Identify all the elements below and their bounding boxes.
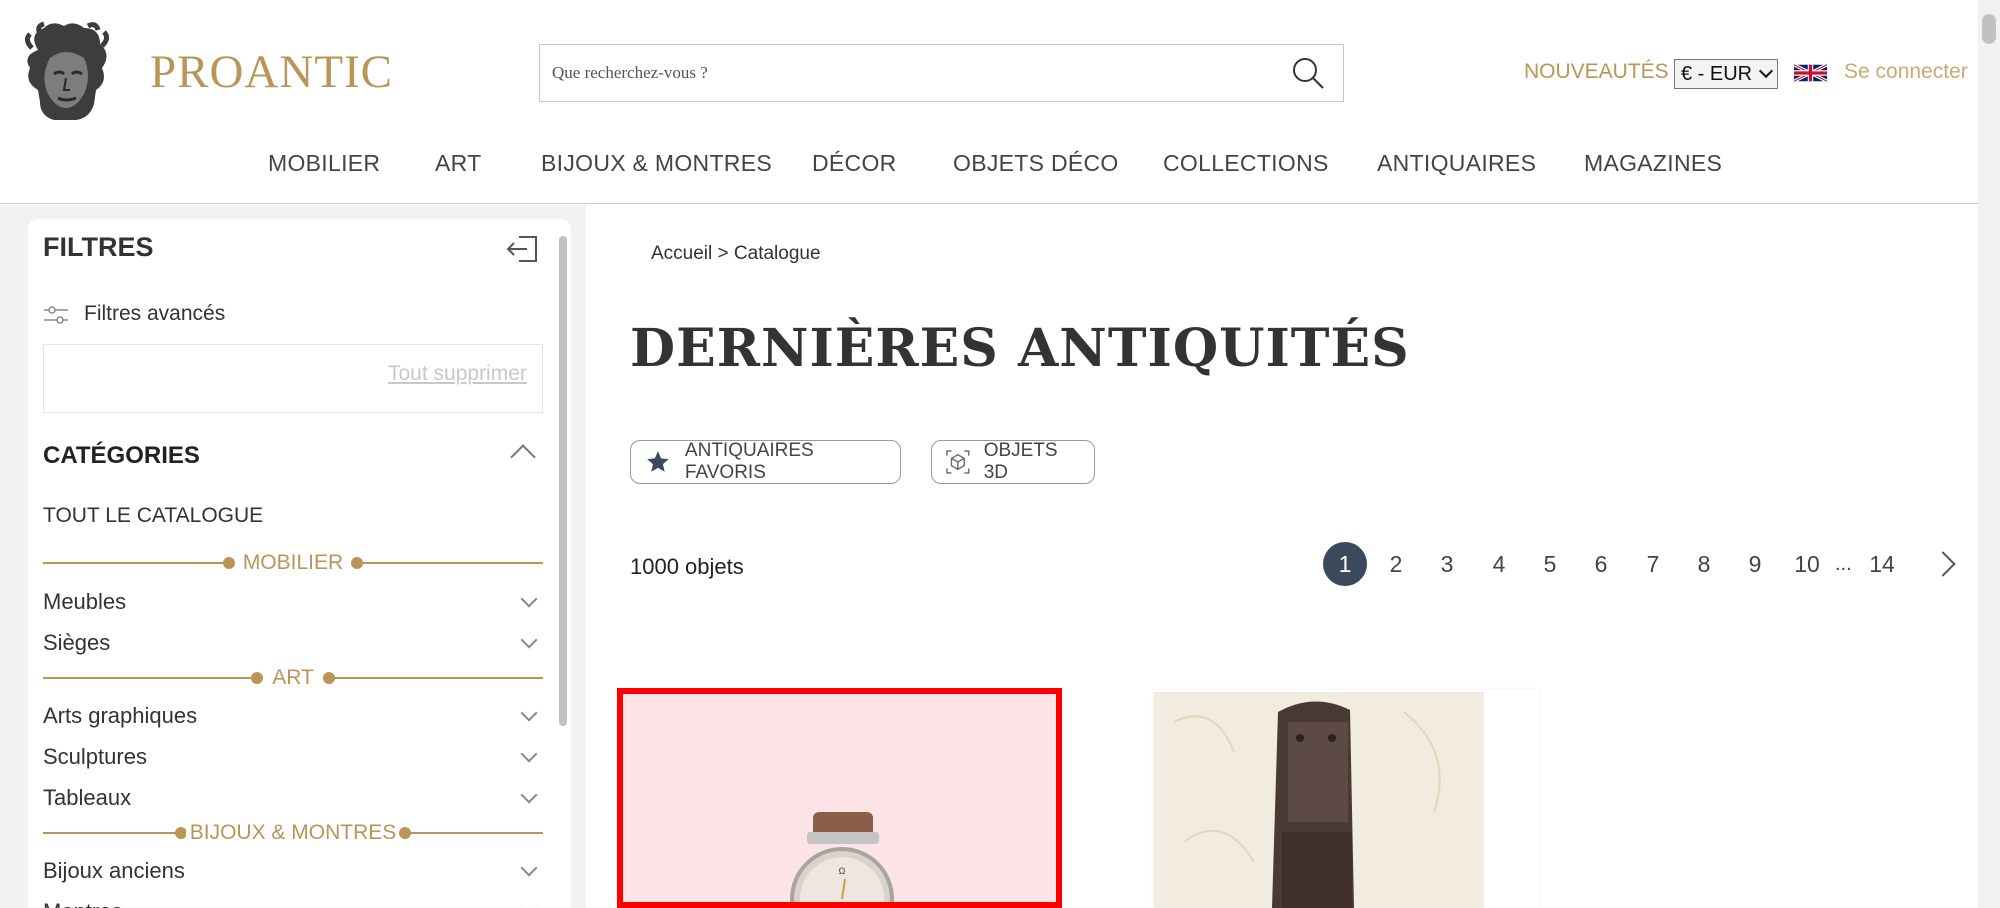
- site-header: PROANTIC NOUVEAUTÉS € - EUR Se connecter…: [0, 0, 1978, 204]
- svg-text:Ω: Ω: [839, 866, 846, 876]
- breadcrumb[interactable]: Accueil > Catalogue: [651, 243, 821, 265]
- page-4-button[interactable]: 4: [1477, 542, 1521, 586]
- nav-item-collections[interactable]: COLLECTIONS: [1163, 150, 1329, 177]
- page-scrollbar[interactable]: [1978, 0, 2000, 908]
- nav-item-objets-deco[interactable]: OBJETS DÉCO: [953, 150, 1119, 177]
- new-arrivals-link[interactable]: NOUVEAUTÉS: [1524, 60, 1669, 84]
- categories-title: CATÉGORIES: [43, 442, 200, 469]
- category-divider-art: ART: [43, 666, 543, 690]
- category-item-meubles[interactable]: Meubles: [43, 589, 543, 615]
- category-item-sculptures[interactable]: Sculptures: [43, 744, 543, 770]
- chevron-down-icon: [520, 786, 538, 804]
- nav-item-magazines[interactable]: MAGAZINES: [1584, 150, 1722, 177]
- page-9-button[interactable]: 9: [1733, 542, 1777, 586]
- nav-item-art[interactable]: ART: [435, 150, 482, 177]
- page-last-button[interactable]: 14: [1860, 542, 1904, 586]
- page-3-button[interactable]: 3: [1425, 542, 1469, 586]
- uk-flag-icon[interactable]: [1794, 61, 1827, 85]
- category-divider-mobilier: MOBILIER: [43, 551, 543, 575]
- page-2-button[interactable]: 2: [1374, 542, 1418, 586]
- section-label-mobilier: MOBILIER: [238, 551, 348, 574]
- page-10-button[interactable]: 10: [1785, 542, 1829, 586]
- page-title: DERNIÈRES ANTIQUITÉS: [630, 318, 1410, 379]
- product-image[interactable]: [1154, 692, 1484, 908]
- leather-strap-image: [1154, 692, 1484, 908]
- favorite-dealers-chip[interactable]: ANTIQUAIRES FAVORIS: [630, 440, 901, 484]
- nav-item-mobilier[interactable]: MOBILIER: [268, 150, 380, 177]
- category-item-montres[interactable]: Montres: [43, 899, 543, 908]
- currency-select[interactable]: € - EUR: [1674, 59, 1778, 89]
- cube-3d-icon: [946, 450, 970, 474]
- nav-item-bijoux-montres[interactable]: BIJOUX & MONTRES: [541, 150, 772, 177]
- collapse-panel-icon[interactable]: [505, 234, 539, 264]
- chevron-down-icon: [1758, 63, 1774, 79]
- section-label-art: ART: [268, 666, 318, 689]
- chevron-down-icon: [520, 900, 538, 908]
- search-box: [539, 44, 1344, 102]
- category-item-tableaux[interactable]: Tableaux: [43, 785, 543, 811]
- bust-logo-icon: [24, 21, 110, 120]
- chevron-down-icon: [520, 704, 538, 722]
- advanced-filters-link[interactable]: Filtres avancés: [84, 302, 225, 326]
- 3d-objects-chip[interactable]: OBJETS 3D: [931, 440, 1095, 484]
- page-scrollbar-thumb[interactable]: [1982, 14, 1996, 44]
- page-7-button[interactable]: 7: [1631, 542, 1675, 586]
- section-label-bijoux-montres: BIJOUX & MONTRES: [185, 821, 401, 844]
- sliders-icon: [44, 306, 68, 324]
- category-item-bijoux-anciens[interactable]: Bijoux anciens: [43, 858, 543, 884]
- product-card[interactable]: Ω: [617, 688, 1062, 908]
- page-1-button[interactable]: 1: [1323, 542, 1367, 586]
- all-catalog-link[interactable]: TOUT LE CATALOGUE: [43, 504, 263, 528]
- category-item-sieges[interactable]: Sièges: [43, 630, 543, 656]
- chevron-right-icon[interactable]: [1930, 551, 1956, 577]
- sidebar-scrollbar[interactable]: [559, 236, 567, 726]
- page-6-button[interactable]: 6: [1579, 542, 1623, 586]
- logo[interactable]: PROANTIC: [18, 20, 393, 124]
- page-8-button[interactable]: 8: [1682, 542, 1726, 586]
- results-count: 1000 objets: [630, 554, 744, 579]
- pagination-ellipsis: ...: [1835, 553, 1852, 575]
- nav-item-decor[interactable]: DÉCOR: [812, 150, 897, 177]
- favorite-dealers-label: ANTIQUAIRES FAVORIS: [684, 440, 814, 483]
- chevron-down-icon: [520, 859, 538, 877]
- filters-title: FILTRES: [43, 232, 154, 262]
- category-divider-bijoux-montres: BIJOUX & MONTRES: [43, 821, 543, 845]
- chevron-down-icon: [520, 631, 538, 649]
- category-item-arts-graphiques[interactable]: Arts graphiques: [43, 703, 543, 729]
- clear-all-filters-link[interactable]: Tout supprimer: [388, 362, 527, 386]
- chevron-down-icon: [520, 590, 538, 608]
- login-link[interactable]: Se connecter: [1844, 60, 1968, 84]
- page-5-button[interactable]: 5: [1528, 542, 1572, 586]
- star-icon: [647, 451, 669, 472]
- watch-image: Ω: [790, 812, 894, 902]
- brand-name: PROANTIC: [150, 46, 394, 98]
- currency-value: € - EUR: [1681, 62, 1753, 85]
- 3d-objects-label: OBJETS 3D: [983, 440, 1058, 483]
- chevron-down-icon: [520, 745, 538, 763]
- search-icon[interactable]: [1290, 55, 1326, 91]
- search-input[interactable]: [540, 45, 1280, 101]
- nav-item-antiquaires[interactable]: ANTIQUAIRES: [1377, 150, 1536, 177]
